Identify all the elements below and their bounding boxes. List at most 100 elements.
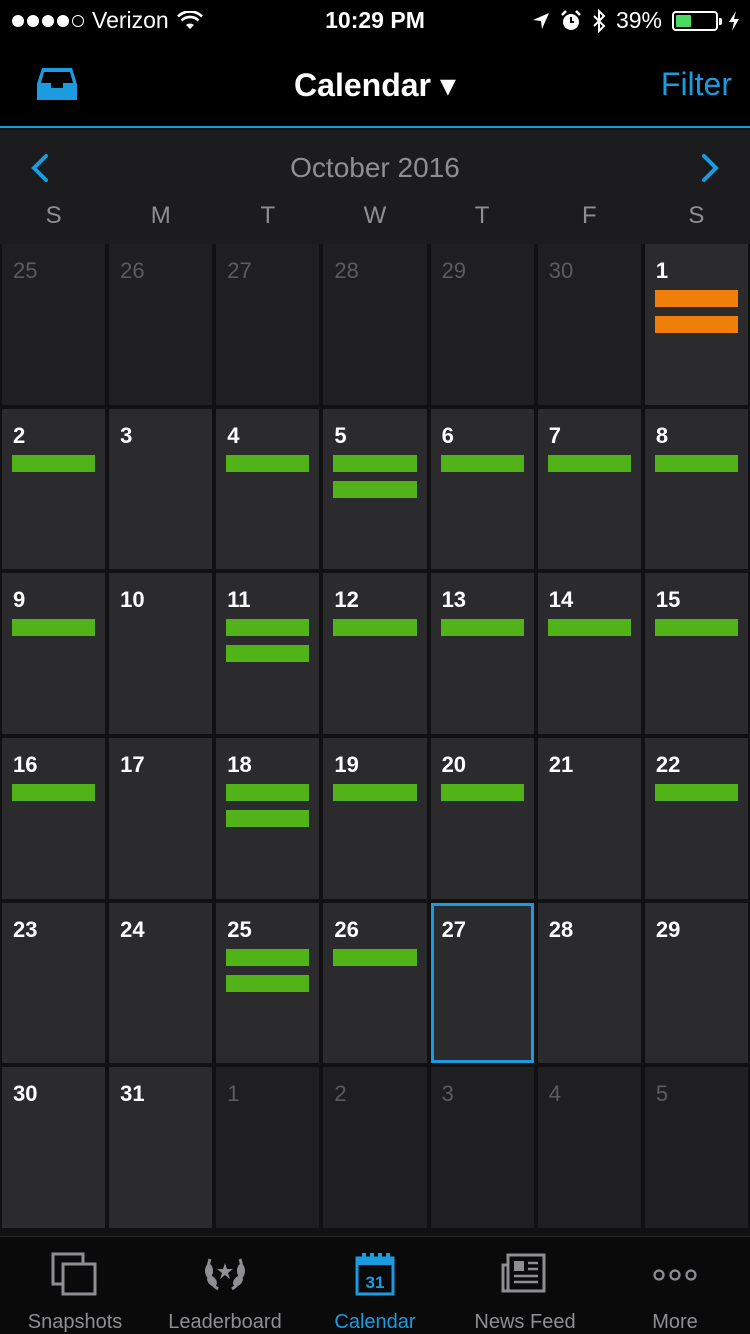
calendar-day[interactable]: 3 xyxy=(109,408,213,570)
calendar-day[interactable]: 24 xyxy=(109,902,213,1064)
calendar-day[interactable]: 30 xyxy=(2,1067,106,1228)
calendar-day[interactable]: 29 xyxy=(430,244,534,405)
calendar-day[interactable]: 1 xyxy=(216,1067,320,1228)
day-number: 15 xyxy=(655,587,681,613)
activity-bars xyxy=(333,619,417,637)
calendar-day[interactable]: 16 xyxy=(2,738,106,899)
green-activity-bar xyxy=(440,784,524,801)
month-header: October 2016 S M T W T F S xyxy=(0,130,750,244)
day-number: 27 xyxy=(227,258,252,283)
calendar-day[interactable]: 23 xyxy=(2,902,106,1064)
newspaper-icon xyxy=(501,1253,546,1293)
calendar-day[interactable]: 26 xyxy=(323,902,427,1064)
tab-snapshots[interactable]: Snapshots xyxy=(0,1237,150,1334)
day-number: 28 xyxy=(334,258,359,283)
calendar-day[interactable]: 11 xyxy=(216,573,320,734)
calendar-day[interactable]: 7 xyxy=(537,408,641,570)
green-activity-bar xyxy=(226,810,310,827)
calendar-day[interactable]: 13 xyxy=(430,573,534,734)
location-arrow-icon xyxy=(532,12,549,29)
calendar-day[interactable]: 25 xyxy=(216,902,320,1064)
calendar-day[interactable]: 26 xyxy=(109,244,213,405)
calendar-day[interactable]: 28 xyxy=(537,902,641,1064)
weekday-label: S xyxy=(45,202,62,229)
day-number: 28 xyxy=(548,916,574,942)
day-number: 4 xyxy=(227,422,240,448)
day-number: 30 xyxy=(548,258,574,283)
activity-bars xyxy=(333,454,417,498)
day-number: 6 xyxy=(441,422,454,448)
calendar-day[interactable]: 4 xyxy=(216,408,320,570)
day-number: 16 xyxy=(13,752,38,777)
day-number: 26 xyxy=(334,916,359,942)
weekday-label: T xyxy=(260,202,276,229)
laurel-icon xyxy=(205,1258,245,1291)
activity-bars xyxy=(226,619,310,663)
calendar-day[interactable]: 12 xyxy=(323,573,427,734)
calendar-day[interactable]: 14 xyxy=(537,573,641,734)
calendar-title-dropdown[interactable]: Calendar ▾ xyxy=(0,66,750,104)
calendar-grid: 25 26 27 28 29 30 1 2 3 4 5 6 7 8 9 10 11 12 13 14 15 16 17 18 1… xyxy=(0,244,750,1228)
day-number: 12 xyxy=(334,587,359,613)
weekday-label: S xyxy=(688,202,705,229)
calendar-day[interactable]: 28 xyxy=(323,244,427,405)
calendar-icon: 31 xyxy=(355,1253,395,1296)
calendar-day[interactable]: 1 xyxy=(644,244,748,405)
day-number: 23 xyxy=(13,916,38,942)
calendar-day[interactable]: 2 xyxy=(2,408,106,570)
calendar-day[interactable]: 18 xyxy=(216,738,320,899)
calendar-day[interactable]: 9 xyxy=(2,573,106,734)
filter-button[interactable]: Filter xyxy=(661,66,732,103)
day-number: 5 xyxy=(334,422,347,448)
tab-bar: Snapshots Leaderboard 31 Calendar News F… xyxy=(0,1236,750,1334)
calendar-day[interactable]: 25 xyxy=(2,244,106,405)
green-activity-bar xyxy=(654,454,738,472)
tab-news-feed[interactable]: News Feed xyxy=(450,1237,600,1334)
calendar-day[interactable]: 3 xyxy=(430,1067,534,1228)
chevron-right-icon[interactable] xyxy=(694,152,724,184)
day-number: 5 xyxy=(655,1081,669,1107)
weekday-row: S M T W T F S xyxy=(0,202,750,230)
calendar-day[interactable]: 5 xyxy=(323,408,427,570)
calendar-day[interactable]: 31 xyxy=(109,1067,213,1228)
activity-bars xyxy=(226,948,310,992)
tab-label: Calendar xyxy=(334,1311,416,1333)
tab-label: News Feed xyxy=(474,1311,576,1333)
calendar-day[interactable]: 27 xyxy=(216,244,320,405)
calendar-day[interactable]: 2 xyxy=(323,1067,427,1228)
activity-bars xyxy=(333,784,417,801)
weekday-label: F xyxy=(581,202,597,229)
calendar-day[interactable]: 17 xyxy=(109,738,213,899)
calendar-day[interactable]: 19 xyxy=(323,738,427,899)
day-number: 1 xyxy=(227,1081,240,1107)
tab-more[interactable]: More xyxy=(600,1237,750,1334)
green-activity-bar xyxy=(547,454,631,472)
calendar-day-today[interactable]: 27 xyxy=(430,902,534,1064)
day-number: 20 xyxy=(441,752,467,777)
calendar-day[interactable]: 15 xyxy=(644,573,748,734)
tab-calendar[interactable]: 31 Calendar xyxy=(300,1237,450,1334)
calendar-day[interactable]: 21 xyxy=(537,738,641,899)
calendar-day[interactable]: 20 xyxy=(430,738,534,899)
calendar-day[interactable]: 10 xyxy=(109,573,213,734)
calendar-icon-day: 31 xyxy=(366,1273,385,1292)
calendar-day[interactable]: 22 xyxy=(644,738,748,899)
calendar-day[interactable]: 8 xyxy=(644,408,748,570)
calendar-day[interactable]: 4 xyxy=(537,1067,641,1228)
orange-activity-bar xyxy=(654,290,738,307)
calendar-day[interactable]: 30 xyxy=(537,244,641,405)
green-activity-bar xyxy=(226,974,310,992)
day-number: 9 xyxy=(13,587,26,613)
green-activity-bar xyxy=(333,619,417,637)
day-number: 27 xyxy=(441,916,467,942)
day-number: 19 xyxy=(334,752,359,777)
calendar-day[interactable]: 29 xyxy=(644,902,748,1064)
calendar-day[interactable]: 6 xyxy=(430,408,534,570)
tab-label: Leaderboard xyxy=(168,1311,282,1333)
green-activity-bar xyxy=(333,948,417,966)
activity-bars xyxy=(440,454,524,472)
activity-bars xyxy=(654,619,738,637)
day-number: 14 xyxy=(548,587,574,613)
tab-leaderboard[interactable]: Leaderboard xyxy=(150,1237,300,1334)
calendar-day[interactable]: 5 xyxy=(644,1067,748,1228)
